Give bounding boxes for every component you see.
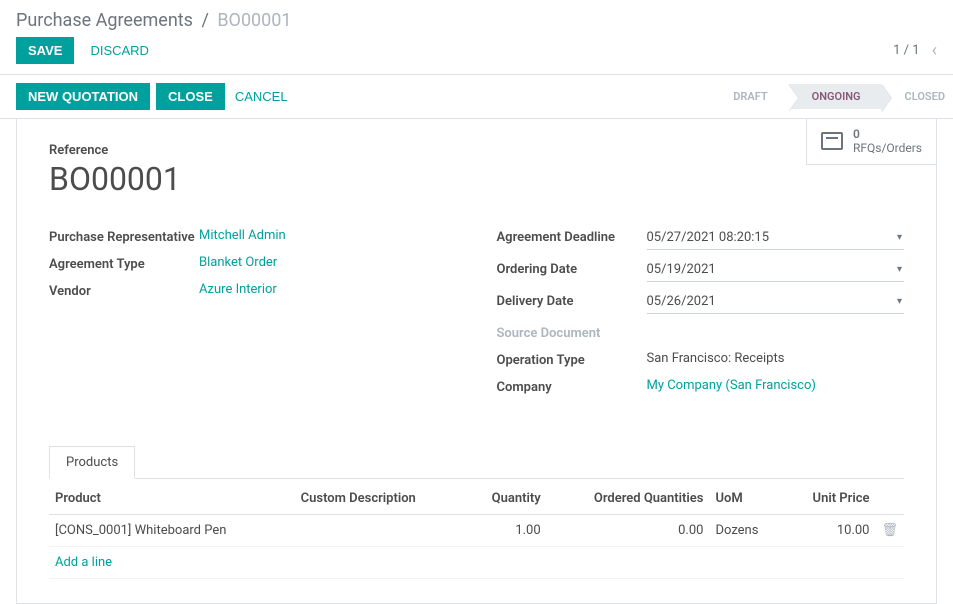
th-uom: UoM	[709, 483, 783, 515]
cell-price[interactable]: 10.00	[783, 515, 875, 547]
pager: 1 / 1 ‹	[893, 40, 937, 61]
vendor-value[interactable]: Azure Interior	[199, 282, 457, 297]
optype-label: Operation Type	[497, 351, 647, 368]
company-value[interactable]: My Company (San Francisco)	[647, 378, 905, 393]
breadcrumb-sep: /	[201, 10, 208, 31]
caret-down-icon[interactable]: ▾	[897, 232, 902, 243]
optype-value: San Francisco: Receipts	[647, 351, 905, 366]
pager-prev-icon[interactable]: ‹	[932, 40, 937, 61]
trash-icon[interactable]: 🗑	[881, 523, 898, 538]
th-qty: Quantity	[465, 483, 547, 515]
vendor-label: Vendor	[49, 282, 199, 299]
caret-down-icon[interactable]: ▾	[897, 296, 902, 307]
close-button[interactable]: CLOSE	[156, 83, 225, 110]
discard-button[interactable]: DISCARD	[86, 37, 153, 64]
reference-value: BO00001	[49, 160, 904, 198]
stat-count: 0	[853, 127, 922, 141]
table-row-add: Add a line	[49, 547, 904, 579]
ordering-value: 05/19/2021	[647, 262, 716, 277]
new-quotation-button[interactable]: NEW QUOTATION	[16, 83, 150, 110]
th-ordered: Ordered Quantities	[547, 483, 710, 515]
breadcrumb-current: BO00001	[217, 10, 291, 31]
th-desc: Custom Description	[295, 483, 465, 515]
ordering-label: Ordering Date	[497, 260, 647, 277]
stat-label: RFQs/Orders	[853, 141, 922, 155]
list-icon	[821, 132, 843, 150]
pager-text: 1 / 1	[893, 43, 919, 58]
save-button[interactable]: SAVE	[16, 37, 74, 64]
delivery-value: 05/26/2021	[647, 294, 716, 309]
rep-label: Purchase Representative	[49, 228, 199, 245]
reference-label: Reference	[49, 143, 904, 158]
tab-products[interactable]: Products	[49, 446, 135, 479]
delivery-label: Delivery Date	[497, 292, 647, 309]
deadline-input[interactable]: 05/27/2021 08:20:15 ▾	[647, 228, 905, 250]
source-label: Source Document	[497, 324, 647, 341]
breadcrumb: Purchase Agreements / BO00001	[16, 10, 292, 31]
type-label: Agreement Type	[49, 255, 199, 272]
breadcrumb-parent[interactable]: Purchase Agreements	[16, 10, 193, 31]
deadline-value: 05/27/2021 08:20:15	[647, 230, 770, 245]
products-table: Product Custom Description Quantity Orde…	[49, 483, 904, 579]
status-flow: DRAFT ONGOING CLOSED	[709, 84, 953, 109]
cell-uom[interactable]: Dozens	[709, 515, 783, 547]
cancel-button[interactable]: CANCEL	[231, 83, 292, 110]
th-price: Unit Price	[783, 483, 875, 515]
deadline-label: Agreement Deadline	[497, 228, 647, 245]
company-label: Company	[497, 378, 647, 395]
th-product: Product	[49, 483, 295, 515]
cell-product[interactable]: [CONS_0001] Whiteboard Pen	[49, 515, 295, 547]
table-row[interactable]: [CONS_0001] Whiteboard Pen 1.00 0.00 Doz…	[49, 515, 904, 547]
type-value[interactable]: Blanket Order	[199, 255, 457, 270]
caret-down-icon[interactable]: ▾	[897, 264, 902, 275]
status-step-draft[interactable]: DRAFT	[709, 84, 787, 109]
ordering-input[interactable]: 05/19/2021 ▾	[647, 260, 905, 282]
rep-value[interactable]: Mitchell Admin	[199, 228, 457, 243]
cell-desc[interactable]	[295, 515, 465, 547]
add-line-link[interactable]: Add a line	[55, 555, 112, 570]
status-step-ongoing[interactable]: ONGOING	[788, 84, 881, 109]
cell-qty[interactable]: 1.00	[465, 515, 547, 547]
delivery-input[interactable]: 05/26/2021 ▾	[647, 292, 905, 314]
cell-ordered: 0.00	[547, 515, 710, 547]
rfq-orders-stat[interactable]: 0 RFQs/Orders	[806, 119, 936, 165]
